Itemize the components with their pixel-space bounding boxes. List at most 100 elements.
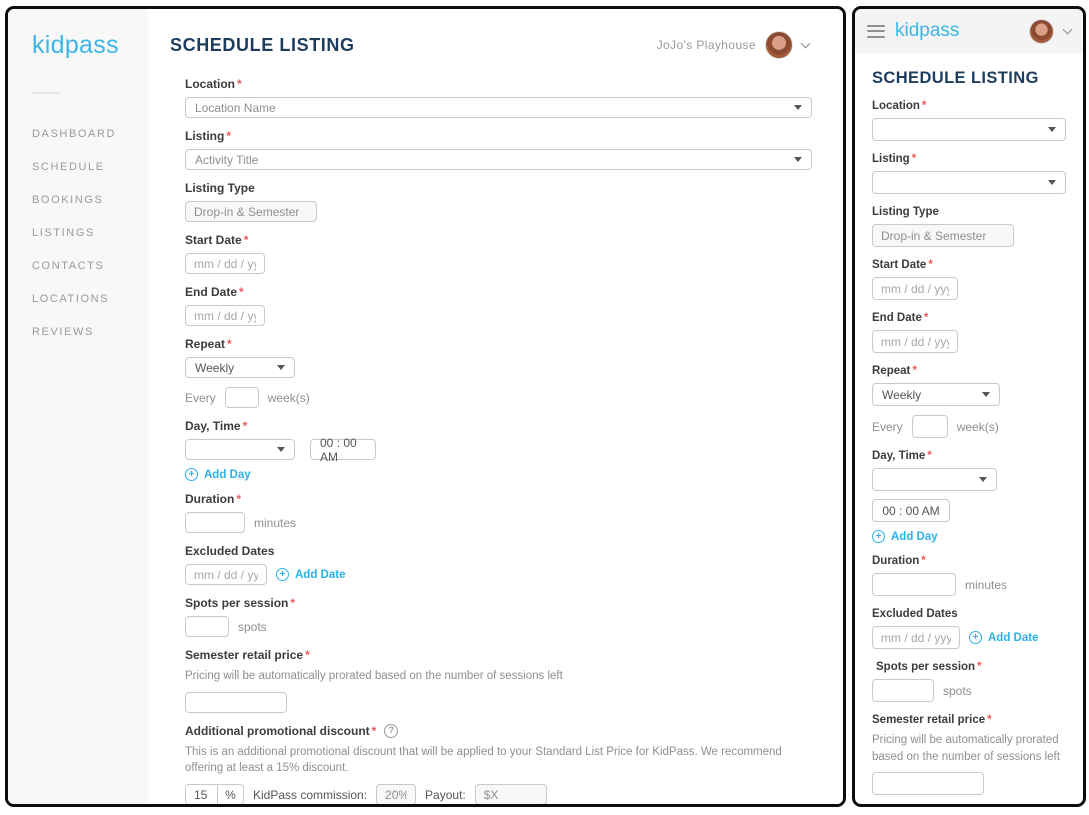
promo-discount-field: Additional promotional discount * ? This … xyxy=(185,723,812,804)
spots-unit-label: spots xyxy=(943,683,972,698)
duration-input[interactable] xyxy=(185,512,245,533)
excluded-dates-label: Excluded Dates xyxy=(872,608,958,620)
brand-logo[interactable]: kidpass xyxy=(32,31,148,60)
day-select[interactable] xyxy=(872,468,997,491)
spots-label: Spots per session * xyxy=(876,661,982,673)
add-date-link[interactable]: + Add Date xyxy=(276,568,345,581)
add-day-label: Add Day xyxy=(204,468,251,481)
excluded-dates-label: Excluded Dates xyxy=(185,544,275,558)
repeat-every-row: Every week(s) xyxy=(872,415,1066,438)
day-select[interactable] xyxy=(185,439,295,460)
day-time-row: 00 : 00 AM xyxy=(185,436,812,464)
start-date-input[interactable] xyxy=(185,253,265,274)
caret-down-icon xyxy=(1048,180,1056,185)
time-value: 00 : 00 AM xyxy=(320,435,357,464)
discount-input[interactable] xyxy=(186,785,217,804)
duration-input[interactable] xyxy=(872,573,956,596)
repeat-label: Repeat * xyxy=(185,337,232,351)
main-content: SCHEDULE LISTING JoJo's Playhouse Locati… xyxy=(148,9,843,804)
day-time-field: Day, Time * 00 : 00 AM + Add Day xyxy=(185,419,812,481)
sidebar-item-schedule[interactable]: SCHEDULE xyxy=(32,161,148,173)
add-date-label: Add Date xyxy=(988,631,1039,644)
start-date-label: Start Date * xyxy=(872,259,933,271)
commission-value xyxy=(376,784,417,804)
location-select[interactable] xyxy=(872,118,1066,141)
start-date-field: Start Date * xyxy=(185,233,812,274)
sidebar: kidpass DASHBOARD SCHEDULE BOOKINGS LIST… xyxy=(8,9,148,804)
payout-label: Payout: xyxy=(425,787,466,802)
listing-select-placeholder: Activity Title xyxy=(195,152,259,167)
spots-field: Spots per session * spots xyxy=(872,661,1066,702)
location-label: Location * xyxy=(872,100,927,112)
end-date-label: End Date * xyxy=(872,312,929,324)
sidebar-item-listings[interactable]: LISTINGS xyxy=(32,227,148,239)
repeat-interval-input[interactable] xyxy=(224,387,259,408)
add-date-link[interactable]: + Add Date xyxy=(969,631,1038,644)
start-date-input[interactable] xyxy=(872,277,958,300)
sidebar-item-dashboard[interactable]: DASHBOARD xyxy=(32,128,148,140)
listing-field: Listing * Activity Title xyxy=(185,129,812,170)
end-date-input[interactable] xyxy=(872,330,958,353)
day-time-field: Day, Time * 00 : 00 AM + Add Day xyxy=(872,450,1066,543)
payout-value xyxy=(474,784,547,804)
time-value: 00 : 00 AM xyxy=(882,503,940,518)
add-day-label: Add Day xyxy=(891,530,938,543)
end-date-input[interactable] xyxy=(185,305,265,326)
spots-label: Spots per session * xyxy=(185,596,296,610)
repeat-every-row: Every week(s) xyxy=(185,387,812,408)
add-date-label: Add Date xyxy=(295,568,346,581)
semester-price-input[interactable] xyxy=(872,772,984,796)
location-select[interactable]: Location Name xyxy=(185,97,812,118)
desktop-window: kidpass DASHBOARD SCHEDULE BOOKINGS LIST… xyxy=(5,6,846,807)
repeat-select[interactable]: Weekly xyxy=(872,383,1000,406)
excluded-date-input[interactable] xyxy=(872,626,960,649)
plus-circle-icon: + xyxy=(185,468,198,481)
excluded-date-input[interactable] xyxy=(185,564,267,585)
listing-select[interactable]: Activity Title xyxy=(185,149,812,170)
duration-label: Duration * xyxy=(185,492,242,506)
semester-price-input[interactable] xyxy=(185,691,287,713)
listing-label: Listing * xyxy=(185,129,231,143)
spots-row: spots xyxy=(872,679,1066,702)
avatar[interactable] xyxy=(1029,18,1054,44)
repeat-select[interactable]: Weekly xyxy=(185,357,295,378)
spots-input[interactable] xyxy=(872,679,934,702)
account-menu[interactable]: JoJo's Playhouse xyxy=(657,31,811,59)
listing-select[interactable] xyxy=(872,171,1066,194)
sidebar-item-bookings[interactable]: BOOKINGS xyxy=(32,194,148,206)
caret-down-icon xyxy=(277,447,285,452)
repeat-interval-input[interactable] xyxy=(911,415,948,438)
add-day-link[interactable]: + Add Day xyxy=(185,468,812,481)
add-day-link[interactable]: + Add Day xyxy=(872,530,1066,543)
semester-price-field: Semester retail price * Pricing will be a… xyxy=(185,648,812,713)
excluded-dates-row: + Add Date xyxy=(185,564,812,585)
time-input[interactable]: 00 : 00 AM xyxy=(872,499,950,522)
semester-price-help: Pricing will be automatically prorated b… xyxy=(185,670,563,682)
page-title: SCHEDULE LISTING xyxy=(170,34,355,55)
question-circle-icon[interactable]: ? xyxy=(384,723,399,738)
schedule-form: Location * Location Name Listing * Activit… xyxy=(185,77,812,804)
sidebar-item-locations[interactable]: LOCATIONS xyxy=(32,293,148,305)
caret-down-icon xyxy=(794,157,802,162)
minutes-unit-label: minutes xyxy=(965,577,1008,592)
avatar[interactable] xyxy=(765,31,793,59)
commission-label: KidPass commission: xyxy=(253,787,368,802)
sidebar-item-reviews[interactable]: REVIEWS xyxy=(32,326,148,338)
percent-suffix: % xyxy=(217,785,243,804)
day-time-label: Day, Time * xyxy=(185,419,248,433)
caret-down-icon xyxy=(277,365,285,370)
spots-input[interactable] xyxy=(185,616,229,637)
semester-price-label: Semester retail price * xyxy=(872,714,992,726)
duration-row: minutes xyxy=(872,573,1066,596)
time-input[interactable]: 00 : 00 AM xyxy=(310,436,376,464)
mobile-window: kidpass SCHEDULE LISTING Location * Listi… xyxy=(852,6,1086,807)
repeat-select-value: Weekly xyxy=(195,360,235,375)
excluded-dates-field: Excluded Dates + Add Date xyxy=(185,544,812,585)
sidebar-item-contacts[interactable]: CONTACTS xyxy=(32,260,148,272)
mobile-content: SCHEDULE LISTING Location * Listing * List… xyxy=(855,69,1083,804)
repeat-field: Repeat * Weekly Every week(s) xyxy=(872,365,1066,438)
weeks-unit-label: week(s) xyxy=(267,390,310,405)
hamburger-icon[interactable] xyxy=(867,24,885,38)
location-select-placeholder: Location Name xyxy=(195,100,276,115)
brand-logo[interactable]: kidpass xyxy=(895,20,1019,42)
